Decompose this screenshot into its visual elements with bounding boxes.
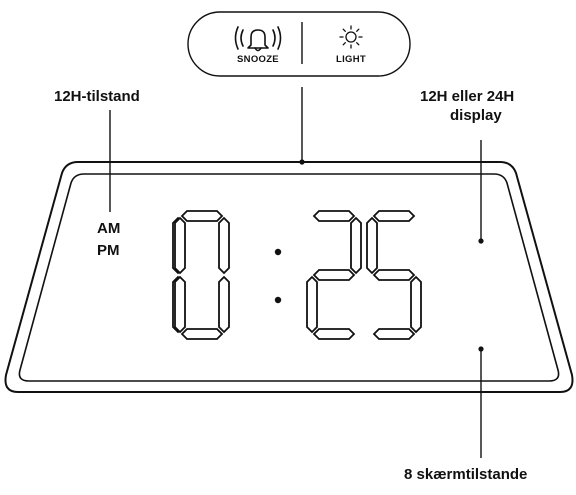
digit-2-segment-d [180, 328, 224, 340]
digit-2-segment-a [180, 210, 224, 222]
digit-4-segment-a [372, 210, 416, 222]
callout-label-display-line2: display [450, 107, 502, 124]
callout-label-screen-modes: 8 skærmtilstande [404, 466, 528, 483]
callout-label-12h-mode: 12H-tilstand [54, 88, 140, 105]
digit-3-segment-a [312, 210, 356, 222]
digit-3 [306, 210, 362, 340]
digit-3-segment-e [306, 275, 318, 334]
button-panel [187, 11, 411, 77]
clock-inner-frame [18, 173, 560, 382]
digit-2-segment-b [218, 216, 230, 275]
digit-4-segment-c [410, 275, 422, 334]
callout-dot-display [478, 238, 484, 244]
digit-4-segment-d [372, 328, 416, 340]
colon-dot-bottom [274, 296, 282, 304]
callout-label-display-line1: 12H eller 24H [420, 88, 515, 105]
digit-2-segment-e [174, 275, 186, 334]
digit-4 [366, 210, 422, 340]
time-digits [172, 210, 422, 340]
digit-2-segment-f [174, 216, 186, 275]
callout-dot-screen-modes [478, 346, 484, 352]
digit-2-segment-c [218, 275, 230, 334]
am-indicator: AM [97, 220, 121, 237]
digit-4-segment-g [372, 269, 416, 281]
light-label[interactable]: LIGHT [320, 54, 382, 65]
clock-diagram: SNOOZE LIGHT AM PM 12H-tilstand 12H elle… [0, 0, 576, 490]
colon-dot-top [274, 248, 282, 256]
snooze-label[interactable]: SNOOZE [226, 54, 290, 65]
digit-2 [174, 210, 230, 340]
digit-3-segment-b [350, 216, 362, 275]
digit-3-segment-g [312, 269, 356, 281]
digit-4-segment-f [366, 216, 378, 275]
pm-indicator: PM [97, 242, 120, 259]
digit-3-segment-d [312, 328, 356, 340]
clock-outer-frame [4, 161, 574, 393]
